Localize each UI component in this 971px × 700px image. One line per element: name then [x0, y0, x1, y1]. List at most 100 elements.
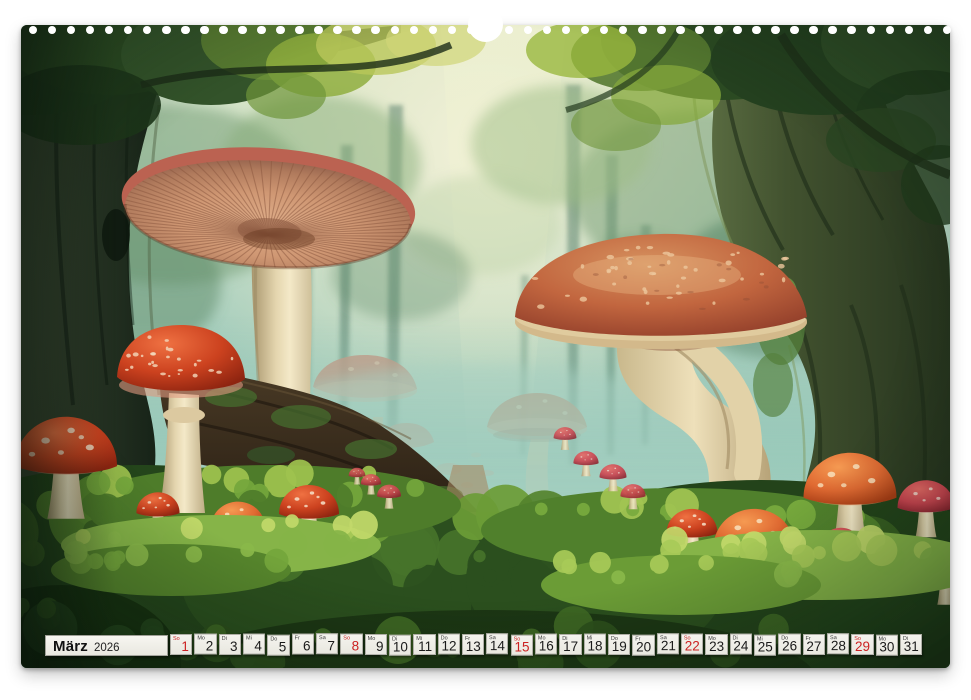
binding-hole	[314, 26, 323, 35]
year-label: 2026	[94, 642, 120, 654]
binding-hole	[828, 26, 837, 35]
day-number: 3	[230, 640, 238, 654]
calendar-day-cell: Di3	[219, 634, 241, 655]
binding-hole	[867, 26, 876, 35]
calendar-day-cell: So8	[340, 634, 362, 655]
calendar-day-cell: Mi11	[413, 634, 435, 655]
weekday-abbrev: Mo	[197, 635, 205, 641]
calendar-day-cell: Do12	[438, 634, 460, 655]
day-number: 30	[879, 640, 894, 654]
day-number: 26	[782, 639, 797, 653]
calendar-day-cell: Do5	[267, 635, 289, 656]
calendar-day-cell: Sa28	[827, 633, 850, 654]
calendar-day-cell: Fr20	[632, 635, 654, 656]
day-number: 9	[376, 640, 384, 654]
calendar-day-cell: Fr27	[803, 634, 825, 655]
day-number: 11	[418, 640, 432, 654]
day-number: 24	[733, 639, 748, 653]
calendar-day-cell: Di10	[389, 635, 411, 656]
calendar-day-cell: Fr6	[292, 634, 314, 655]
binding-hole	[676, 26, 685, 35]
day-number: 7	[327, 639, 335, 653]
calendar-day-cell: So29	[851, 634, 873, 655]
binding-hole	[695, 26, 704, 35]
mushroom-forest-artwork	[21, 25, 950, 668]
binding-hole	[752, 26, 761, 35]
calendar-product-page: { "calendar": { "month_label": "März", "…	[0, 0, 971, 700]
binding-hole	[924, 26, 933, 35]
calendar-day-cell: Mo9	[365, 634, 387, 655]
weekday-abbrev: So	[173, 636, 180, 642]
calendar-day-cell: Di17	[559, 634, 581, 655]
binding-hole	[657, 26, 666, 35]
day-number: 18	[587, 639, 602, 653]
day-number: 14	[490, 639, 505, 653]
binding-hole	[448, 26, 457, 35]
day-number: 1	[181, 640, 189, 654]
calendar-photo-mushroom-forest	[21, 25, 950, 668]
day-number: 28	[831, 639, 846, 653]
day-number: 4	[254, 639, 262, 653]
calendar-day-cell: Mo16	[535, 634, 557, 655]
binding-hole	[181, 26, 190, 35]
month-year-label-box: März 2026	[45, 635, 168, 656]
calendar-day-cell: So15	[511, 635, 533, 656]
day-number: 22	[685, 639, 700, 653]
calendar-day-cell: Mo30	[876, 635, 898, 656]
binding-hole	[905, 26, 914, 35]
day-number: 2	[206, 639, 214, 653]
month-label: März	[53, 638, 88, 655]
binding-hole	[333, 26, 342, 35]
calendar-day-cell: Mo2	[194, 634, 216, 655]
binding-hole	[847, 26, 856, 35]
day-number: 20	[636, 640, 651, 654]
calendar-day-cell: Di24	[730, 634, 752, 655]
day-number: 27	[806, 640, 821, 654]
binding-hole	[219, 26, 228, 35]
binding-hole	[714, 26, 723, 35]
hanger-hole	[468, 7, 503, 42]
calendar-day-cell: Di31	[900, 634, 922, 655]
binding-hole	[391, 26, 400, 35]
weekday-abbrev: So	[343, 635, 350, 641]
calendar-day-cell: Mo23	[705, 634, 727, 655]
weekday-abbrev: Sa	[319, 635, 326, 641]
calendar-day-cell: So1	[170, 634, 192, 655]
binding-hole	[238, 26, 247, 35]
day-number: 31	[904, 640, 919, 654]
binding-hole	[638, 26, 647, 35]
calendar-day-cell: Mi25	[754, 635, 776, 656]
weekday-abbrev: Do	[270, 636, 277, 642]
calendar-day-cell: Sa21	[656, 633, 679, 654]
binding-hole	[162, 26, 171, 35]
calendar-day-cell: Sa14	[486, 633, 509, 654]
binding-hole	[410, 26, 419, 35]
day-number: 13	[466, 640, 481, 654]
weekday-abbrev: Fr	[295, 635, 300, 641]
vignette	[21, 25, 950, 668]
weekday-abbrev: Mi	[246, 635, 252, 641]
day-number: 19	[612, 640, 627, 654]
day-number: 25	[758, 640, 773, 654]
binding-hole	[429, 26, 438, 35]
calendar-date-strip: März 2026 So1Mo2Di3Mi4Do5Fr6Sa7So8Mo9Di1…	[0, 633, 971, 659]
binding-hole	[276, 26, 285, 35]
weekday-abbrev: Di	[222, 636, 227, 642]
calendar-day-cell: Mi4	[243, 634, 265, 655]
calendar-day-cell: Mi18	[584, 634, 606, 655]
day-number: 23	[709, 640, 724, 654]
day-number: 10	[393, 640, 408, 654]
calendar-day-cell: Sa7	[316, 633, 339, 654]
binding-hole	[257, 26, 266, 35]
binding-hole	[771, 26, 780, 35]
calendar-day-cell: Fr13	[462, 634, 484, 655]
binding-hole	[733, 26, 742, 35]
day-number: 12	[441, 639, 456, 653]
day-number: 21	[660, 639, 675, 653]
day-number: 6	[303, 639, 311, 653]
day-number: 5	[279, 640, 287, 654]
calendar-day-cell: So22	[681, 634, 703, 655]
binding-hole	[295, 26, 304, 35]
binding-hole	[886, 26, 895, 35]
binding-hole	[943, 26, 952, 35]
